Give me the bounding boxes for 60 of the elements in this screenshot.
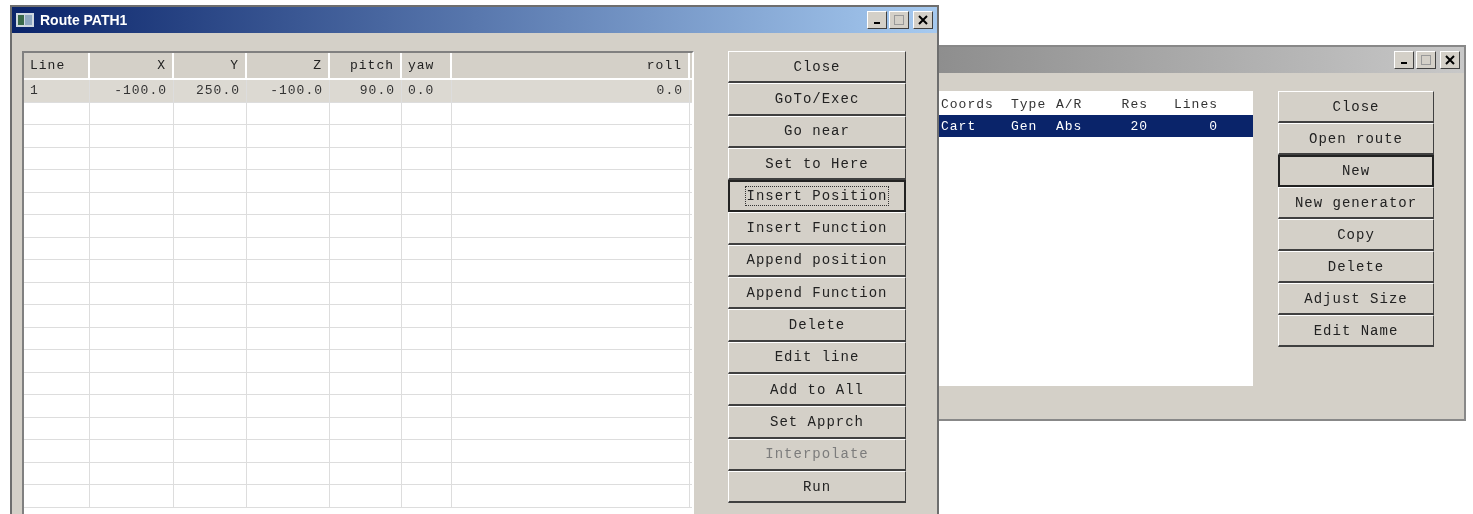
action-button[interactable]: Go near [728,115,906,148]
list-cell-text: Cart [940,118,978,134]
minimize-icon [874,22,880,24]
list-cell-text: Gen [1010,118,1039,134]
action-button[interactable]: Set to Here [728,147,906,181]
close-button[interactable] [913,11,933,29]
action-button[interactable]: Close [728,51,906,84]
column-header: pitch [330,53,402,78]
table-cell: -100.0 [247,80,330,102]
action-button[interactable]: Add to All [728,373,906,407]
column-header: X [90,53,174,78]
action-button[interactable]: GoTo/Exec [728,83,906,116]
column-header: Y [174,53,247,78]
column-header: Res [1120,96,1149,112]
action-button[interactable]: New generator [1278,187,1434,219]
column-header: Lines [1173,96,1219,112]
list-row[interactable]: Cart Gen Abs 20 0 [937,115,1253,137]
window-icon [16,12,34,28]
column-header: roll [452,53,690,78]
action-button[interactable]: Delete [1278,251,1434,283]
window-title: Route PATH1 [40,12,128,28]
column-header: Z [247,53,330,78]
close-icon [1445,55,1455,65]
action-button[interactable]: Insert Position [728,180,906,213]
close-icon [918,15,928,25]
action-button[interactable]: Run [728,470,906,504]
table-cell: 250.0 [174,80,247,102]
minimize-button[interactable] [1394,51,1414,69]
action-button[interactable]: Copy [1278,219,1434,251]
list-cell-text: 20 [1129,118,1149,134]
action-button[interactable]: Append Function [728,277,906,310]
action-button[interactable]: New [1278,155,1434,187]
action-button[interactable]: Close [1278,91,1434,123]
maximize-icon [1421,55,1431,65]
table-cell: 0.0 [402,80,452,102]
column-header: Type [1010,96,1048,112]
maximize-button[interactable] [1416,51,1436,69]
table-cell: 90.0 [330,80,402,102]
action-button[interactable]: Delete [728,309,906,342]
action-button[interactable]: Set Apprch [728,406,906,439]
action-button[interactable]: Append position [728,244,906,278]
close-button[interactable] [1440,51,1460,69]
list-cell-text: Abs [1055,118,1084,134]
table-cell: -100.0 [90,80,174,102]
maximize-icon [894,15,904,25]
action-button[interactable]: Adjust Size [1278,283,1434,315]
minimize-button[interactable] [867,11,887,29]
minimize-icon [1401,62,1407,64]
table-cell: 0.0 [452,80,690,102]
column-header: A/R [1055,96,1084,112]
action-button[interactable]: Edit line [728,341,906,374]
action-button[interactable]: Insert Function [728,212,906,245]
column-header: Line [24,53,90,78]
list-cell-text: 0 [1208,118,1219,134]
action-button[interactable]: Open route [1278,123,1434,155]
table-cell: 1 [24,80,90,102]
maximize-button[interactable] [889,11,909,29]
column-header: Coords [940,96,995,112]
column-header: yaw [402,53,452,78]
action-button[interactable]: Edit Name [1278,315,1434,347]
